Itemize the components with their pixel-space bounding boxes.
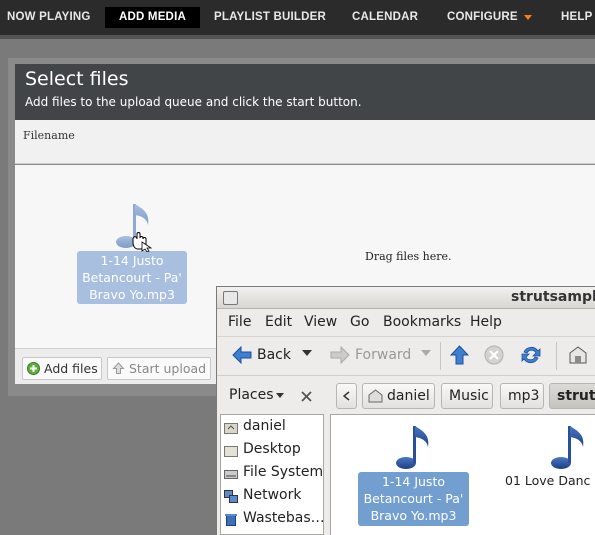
file-label-selected[interactable]: 1-14 Justo Betancourt - Pa' Bravo Yo.mp3: [358, 472, 469, 526]
upload-dialog-title: Select files: [25, 68, 129, 90]
breadcrumb-daniel[interactable]: daniel: [362, 383, 435, 409]
place-label: File System: [243, 464, 324, 480]
nav-add-media[interactable]: ADD MEDIA: [105, 7, 200, 28]
window-menu-icon[interactable]: [223, 291, 238, 305]
nav-divider: [0, 35, 595, 39]
place-label: Wastebas…: [243, 510, 325, 526]
chevron-down-icon[interactable]: [276, 393, 284, 398]
home-icon[interactable]: [568, 345, 588, 364]
file-label[interactable]: 01 Love Danc mp3: [505, 472, 595, 489]
desktop-folder-icon: [224, 446, 238, 457]
breadcrumb-label: mp3: [508, 388, 540, 404]
file-manager-title: strutsampl: [511, 289, 595, 305]
place-label: Network: [243, 487, 302, 503]
menu-go[interactable]: Go: [350, 314, 369, 330]
file-list-header: [15, 120, 595, 164]
menu-bookmarks[interactable]: Bookmarks: [383, 314, 461, 330]
chevron-left-icon: [343, 391, 350, 401]
toolbar-separator: [556, 342, 557, 370]
menu-view[interactable]: View: [304, 314, 337, 330]
trash-icon: [225, 514, 237, 526]
breadcrumb-label: struts: [557, 388, 595, 404]
dragged-file-label: 1-14 Justo Betancourt - Pa' Bravo Yo.mp3: [77, 251, 187, 304]
start-upload-button[interactable]: Start upload: [107, 357, 211, 380]
menu-edit[interactable]: Edit: [265, 314, 292, 330]
place-file-system[interactable]: File System: [224, 464, 323, 480]
close-sidebar-icon[interactable]: [300, 390, 313, 403]
breadcrumb-back-button[interactable]: [336, 383, 357, 409]
drive-icon: [224, 470, 238, 479]
start-upload-label: Start upload: [129, 361, 207, 376]
add-icon: [27, 362, 40, 375]
place-wastebasket[interactable]: Wastebas…: [224, 510, 325, 526]
menu-file[interactable]: File: [228, 314, 251, 330]
back-arrow-icon[interactable]: [232, 346, 252, 364]
up-arrow-icon[interactable]: [450, 345, 469, 365]
back-button[interactable]: Back: [257, 347, 291, 363]
forward-arrow-icon: [330, 346, 350, 364]
stop-icon: [484, 345, 504, 365]
drop-hint: Drag files here.: [365, 250, 452, 263]
add-files-label: Add files: [44, 361, 98, 376]
place-label: Desktop: [243, 441, 301, 457]
home-folder-icon: [224, 423, 238, 434]
place-desktop[interactable]: Desktop: [224, 441, 301, 457]
drag-cursor-icon: [132, 232, 153, 252]
add-files-button[interactable]: Add files: [22, 357, 102, 380]
place-label: daniel: [243, 418, 286, 434]
forward-button: Forward: [355, 347, 412, 363]
nav-help[interactable]: HELP: [561, 0, 592, 35]
places-dropdown[interactable]: Places: [229, 387, 274, 403]
nav-playlist-builder[interactable]: PLAYLIST BUILDER: [214, 0, 326, 35]
chevron-down-icon[interactable]: [524, 15, 532, 20]
reload-icon[interactable]: [520, 344, 542, 366]
breadcrumb-label: daniel: [387, 388, 430, 404]
menu-help[interactable]: Help: [470, 314, 502, 330]
breadcrumb-mp3[interactable]: mp3: [500, 383, 544, 409]
breadcrumb-label: Music: [449, 388, 489, 404]
place-daniel[interactable]: daniel: [224, 418, 286, 434]
nav-configure[interactable]: CONFIGURE: [447, 0, 518, 35]
top-navigation: NOW PLAYING ADD MEDIA PLAYLIST BUILDER C…: [0, 0, 595, 35]
forward-history-chevron-icon: [421, 350, 431, 356]
home-folder-icon: [368, 389, 383, 403]
toolbar-separator: [440, 342, 441, 370]
upload-arrow-icon: [112, 362, 125, 374]
upload-dialog-subtitle: Add files to the upload queue and click …: [25, 95, 362, 109]
back-history-chevron-icon[interactable]: [302, 350, 312, 356]
place-network[interactable]: Network: [224, 487, 301, 503]
filename-column-header: Filename: [23, 129, 75, 142]
music-note-icon[interactable]: [549, 424, 589, 470]
breadcrumb-music[interactable]: Music: [441, 383, 493, 409]
nav-now-playing[interactable]: NOW PLAYING: [7, 0, 91, 35]
nav-calendar[interactable]: CALENDAR: [352, 0, 418, 35]
network-icon: [224, 490, 238, 503]
breadcrumb-current[interactable]: struts: [549, 383, 595, 409]
music-note-icon[interactable]: [394, 424, 434, 470]
